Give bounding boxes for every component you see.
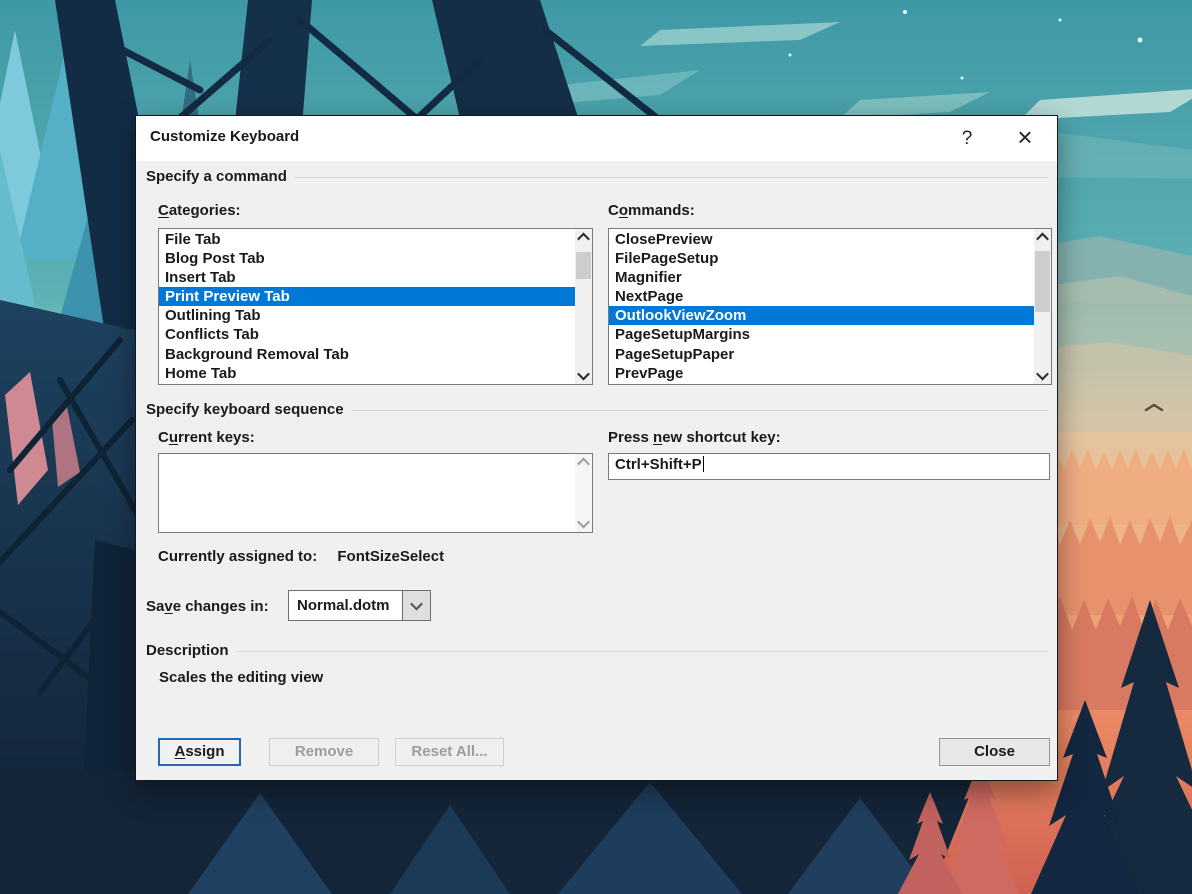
currently-assigned-label: Currently assigned to: bbox=[158, 548, 317, 565]
section-description: Description bbox=[146, 640, 1048, 660]
current-keys-listbox[interactable] bbox=[158, 453, 593, 533]
scroll-down-button bbox=[575, 515, 592, 532]
chevron-down-icon bbox=[410, 598, 423, 611]
section-specify-command: Specify a command bbox=[146, 166, 1048, 186]
dialog-title: Customize Keyboard bbox=[150, 128, 299, 145]
currently-assigned-row: Currently assigned to: FontSizeSelect bbox=[158, 548, 444, 565]
new-shortcut-label: Press new shortcut key: bbox=[608, 429, 781, 449]
scroll-up-button bbox=[575, 454, 592, 471]
list-item[interactable]: Home Tab bbox=[159, 364, 575, 383]
description-text: Scales the editing view bbox=[159, 669, 323, 689]
save-changes-value: Normal.dotm bbox=[289, 597, 402, 614]
list-item[interactable]: Background Removal Tab bbox=[159, 345, 575, 364]
combo-dropdown-button[interactable] bbox=[402, 591, 430, 620]
list-item[interactable]: Outlining Tab bbox=[159, 306, 575, 325]
categories-label: Categories: bbox=[158, 202, 241, 222]
save-changes-select[interactable]: Normal.dotm bbox=[288, 590, 431, 621]
currently-assigned-value: FontSizeSelect bbox=[337, 548, 444, 565]
chevron-down-icon bbox=[1036, 368, 1049, 381]
customize-keyboard-dialog: Customize Keyboard ? × Specify a command… bbox=[135, 115, 1058, 781]
list-item[interactable]: PageSetupPaper bbox=[609, 345, 1034, 364]
current-keys-label: Current keys: bbox=[158, 429, 255, 449]
scroll-down-button[interactable] bbox=[575, 367, 592, 384]
scrollbar-thumb[interactable] bbox=[576, 252, 591, 279]
section-label: Description bbox=[146, 642, 229, 659]
list-item[interactable]: NextPage bbox=[609, 287, 1034, 306]
chevron-up-icon bbox=[577, 233, 590, 246]
scroll-up-button[interactable] bbox=[1034, 229, 1051, 246]
list-item[interactable]: Blog Post Tab bbox=[159, 249, 575, 268]
categories-scrollbar[interactable] bbox=[575, 229, 592, 384]
new-shortcut-input[interactable]: Ctrl+Shift+P bbox=[608, 453, 1050, 480]
scroll-up-button[interactable] bbox=[575, 229, 592, 246]
list-item[interactable]: PrevPage bbox=[609, 364, 1034, 383]
commands-listbox[interactable]: ClosePreview FilePageSetup Magnifier Nex… bbox=[608, 228, 1052, 385]
reset-all-button[interactable]: Reset All... bbox=[395, 738, 504, 766]
categories-items: File Tab Blog Post Tab Insert Tab Print … bbox=[159, 230, 575, 383]
commands-label: Commands: bbox=[608, 202, 695, 222]
chevron-down-icon bbox=[577, 516, 590, 529]
scroll-down-button[interactable] bbox=[1034, 367, 1051, 384]
shortcut-value: Ctrl+Shift+P bbox=[615, 456, 702, 473]
remove-button[interactable]: Remove bbox=[269, 738, 379, 766]
dialog-title-bar: Customize Keyboard ? × bbox=[136, 116, 1057, 161]
help-icon[interactable]: ? bbox=[945, 116, 989, 161]
list-item[interactable]: ClosePreview bbox=[609, 230, 1034, 249]
current-keys-scrollbar bbox=[575, 454, 592, 532]
list-item[interactable]: FilePageSetup bbox=[609, 249, 1034, 268]
divider-line bbox=[237, 651, 1048, 652]
chevron-up-icon bbox=[577, 458, 590, 471]
section-label: Specify keyboard sequence bbox=[146, 401, 344, 418]
chevron-down-icon bbox=[577, 368, 590, 381]
list-item[interactable]: File Tab bbox=[159, 230, 575, 249]
scrollbar-thumb[interactable] bbox=[1035, 251, 1050, 312]
list-item[interactable]: Conflicts Tab bbox=[159, 325, 575, 344]
list-item[interactable]: Magnifier bbox=[609, 268, 1034, 287]
section-specify-sequence: Specify keyboard sequence bbox=[146, 399, 1048, 419]
close-button[interactable]: Close bbox=[939, 738, 1050, 766]
list-item[interactable]: Insert Tab bbox=[159, 268, 575, 287]
chevron-up-icon bbox=[1036, 233, 1049, 246]
section-label: Specify a command bbox=[146, 168, 287, 185]
list-item[interactable]: Print Preview Tab bbox=[159, 287, 575, 306]
save-changes-label: Save changes in: bbox=[146, 598, 269, 618]
list-item[interactable]: OutlookViewZoom bbox=[609, 306, 1034, 325]
divider-line bbox=[352, 410, 1048, 411]
categories-listbox[interactable]: File Tab Blog Post Tab Insert Tab Print … bbox=[158, 228, 593, 385]
text-caret bbox=[703, 456, 704, 472]
assign-button[interactable]: Assign bbox=[158, 738, 241, 766]
list-item[interactable]: PageSetupMargins bbox=[609, 325, 1034, 344]
divider-line bbox=[295, 177, 1048, 178]
commands-items: ClosePreview FilePageSetup Magnifier Nex… bbox=[609, 230, 1034, 383]
close-icon[interactable]: × bbox=[1003, 116, 1047, 161]
commands-scrollbar[interactable] bbox=[1034, 229, 1051, 384]
